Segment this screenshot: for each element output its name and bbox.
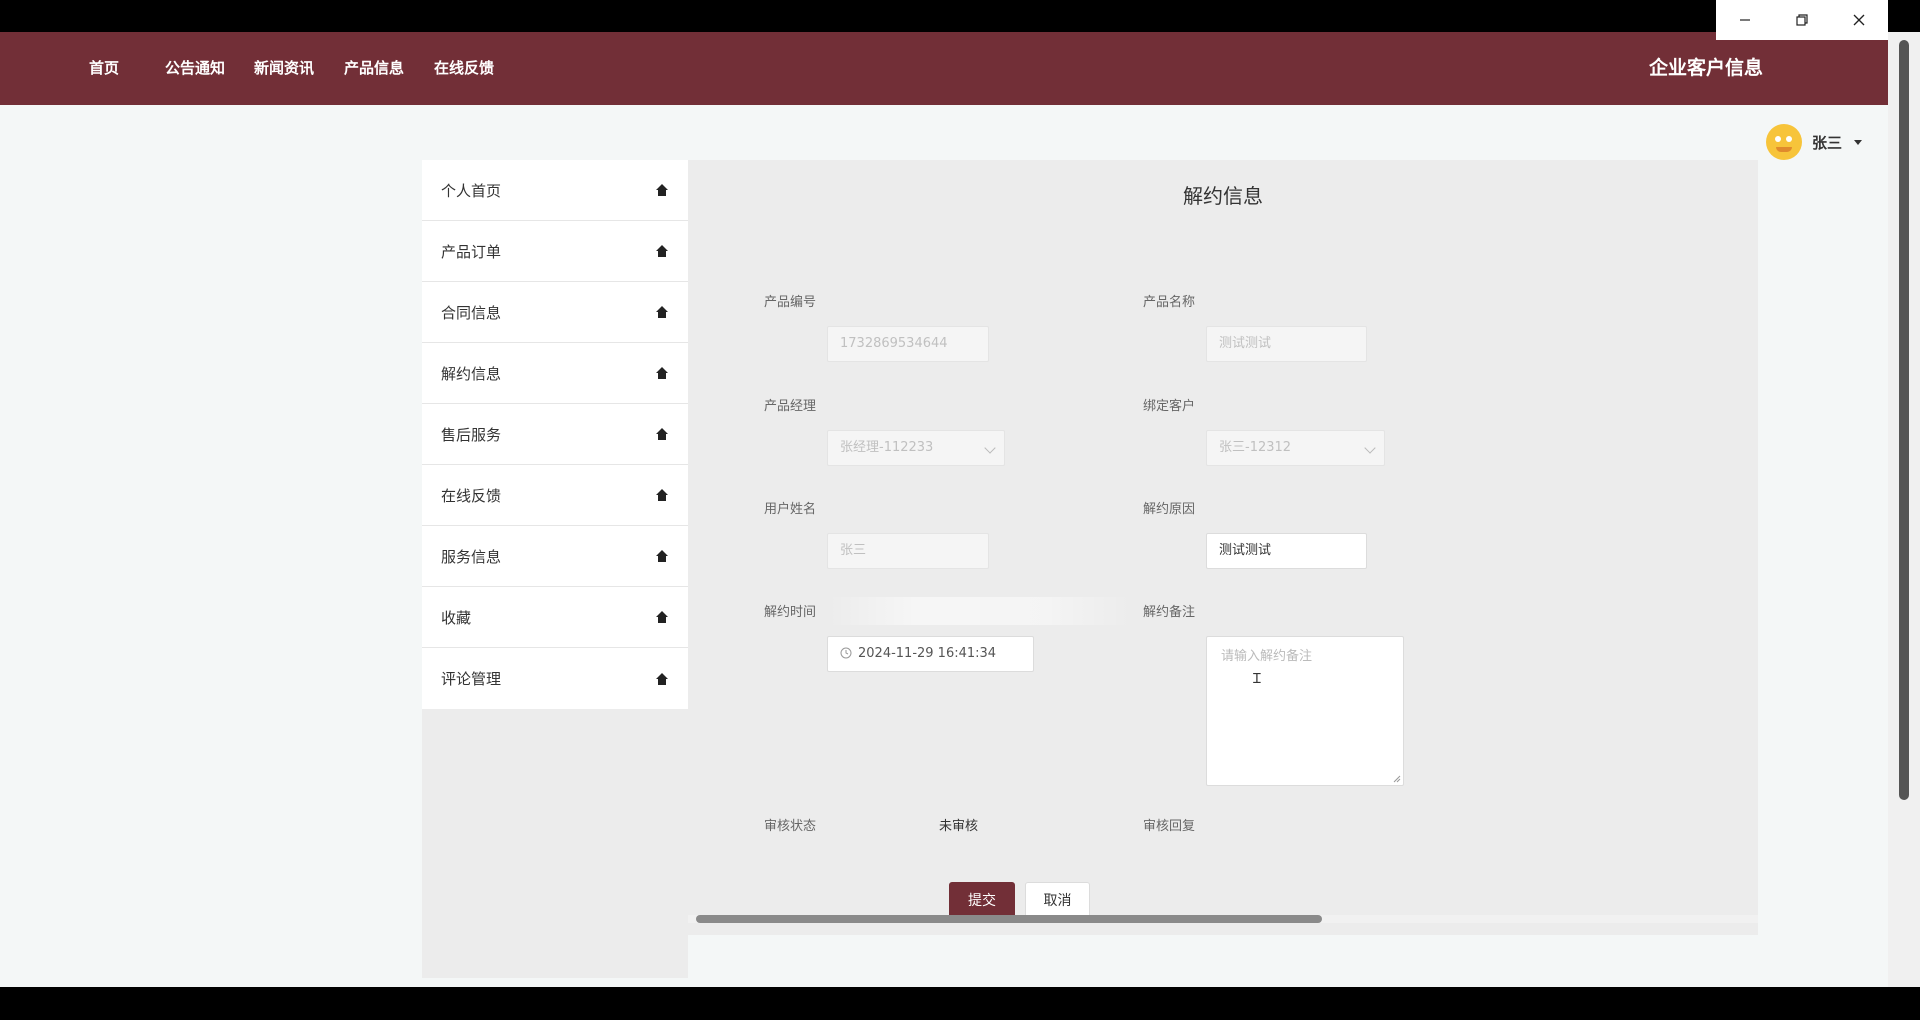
- horizontal-scrollbar[interactable]: [688, 915, 1758, 923]
- clock-icon: [840, 647, 852, 658]
- home-icon: [656, 245, 668, 257]
- termination-note-textarea[interactable]: 请输入解约备注: [1206, 636, 1404, 786]
- review-status-label: 审核状态: [764, 819, 817, 834]
- nav-item-home[interactable]: 首页: [89, 32, 119, 105]
- review-status-value: 未审核: [939, 819, 979, 834]
- vertical-scrollbar-thumb[interactable]: [1899, 40, 1909, 800]
- sidebar-item-online-feedback[interactable]: 在线反馈: [422, 465, 688, 526]
- product-no-field: 1732869534644: [827, 326, 989, 362]
- sidebar-menu: 个人首页 产品订单 合同信息 解约信息 售后服务 在线反馈 服务信息 收藏 评论…: [422, 160, 688, 709]
- sidebar-item-label: 个人首页: [441, 181, 502, 200]
- page: 首页 公告通知 新闻资讯 产品信息 在线反馈 企业客户信息 张三 个人首页 产品…: [0, 32, 1888, 987]
- review-reply-label: 审核回复: [1143, 819, 1196, 834]
- product-name-label: 产品名称: [1143, 295, 1196, 310]
- bound-customer-value: 张三-12312: [1219, 440, 1292, 455]
- termination-note-placeholder: 请输入解约备注: [1221, 649, 1313, 664]
- page-title: 解约信息: [1183, 184, 1263, 208]
- sidebar-item-label: 收藏: [441, 608, 472, 627]
- content-footer-strip: [688, 935, 1758, 978]
- termination-time-label: 解约时间: [764, 605, 817, 620]
- sidebar-item-label: 评论管理: [441, 670, 502, 688]
- window-titlebar: [0, 0, 1920, 32]
- main-content: 解约信息 产品编号 1732869534644 产品名称 测试测试 产品经理 张…: [688, 160, 1758, 978]
- user-name-label: 用户姓名: [764, 502, 817, 517]
- minimize-icon: [1739, 19, 1750, 21]
- product-no-label: 产品编号: [764, 295, 817, 310]
- nav-item-news[interactable]: 新闻资讯: [254, 32, 314, 105]
- termination-time-value: 2024-11-29 16:41:34: [858, 646, 997, 661]
- text-cursor-icon: Ɪ: [1253, 671, 1261, 687]
- taskbar: [0, 987, 1920, 1020]
- close-window-button[interactable]: [1831, 0, 1888, 40]
- user-name-field: 张三: [827, 533, 989, 569]
- sidebar-item-termination[interactable]: 解约信息: [422, 343, 688, 404]
- sidebar-item-favorites[interactable]: 收藏: [422, 587, 688, 648]
- window-controls: [1716, 0, 1888, 40]
- avatar: [1766, 124, 1802, 160]
- termination-reason-input[interactable]: 测试测试: [1206, 533, 1367, 569]
- sidebar-item-label: 服务信息: [441, 547, 502, 566]
- home-icon: [656, 367, 668, 379]
- nav-item-notices[interactable]: 公告通知: [165, 32, 225, 105]
- nav-item-products[interactable]: 产品信息: [344, 32, 404, 105]
- minimize-button[interactable]: [1716, 0, 1773, 40]
- home-icon: [656, 489, 668, 501]
- sidebar-item-personal-home[interactable]: 个人首页: [422, 160, 688, 221]
- sidebar-item-after-sales[interactable]: 售后服务: [422, 404, 688, 465]
- termination-time-picker[interactable]: 2024-11-29 16:41:34: [827, 636, 1034, 672]
- home-icon: [656, 672, 668, 685]
- home-icon: [656, 184, 668, 196]
- sidebar-item-contracts[interactable]: 合同信息: [422, 282, 688, 343]
- product-manager-select: 张经理-112233: [827, 430, 1005, 466]
- resize-grip-icon[interactable]: [1393, 775, 1401, 783]
- bound-customer-select: 张三-12312: [1206, 430, 1385, 466]
- sidebar-item-service-info[interactable]: 服务信息: [422, 526, 688, 587]
- vertical-scrollbar[interactable]: [1888, 32, 1920, 987]
- restore-icon: [1796, 14, 1808, 26]
- home-icon: [656, 428, 668, 440]
- termination-reason-label: 解约原因: [1143, 502, 1196, 517]
- chevron-down-icon: [1364, 442, 1376, 454]
- top-navbar: 首页 公告通知 新闻资讯 产品信息 在线反馈 企业客户信息: [0, 32, 1888, 105]
- site-title: 企业客户信息: [1648, 57, 1763, 79]
- sidebar-item-comments[interactable]: 评论管理: [422, 648, 688, 709]
- fade-overlay: [828, 597, 1132, 625]
- caret-down-icon: [1854, 139, 1863, 145]
- home-icon: [656, 550, 668, 562]
- sidebar-item-label: 售后服务: [441, 425, 502, 444]
- product-manager-label: 产品经理: [764, 399, 817, 414]
- termination-note-label: 解约备注: [1143, 605, 1196, 620]
- sidebar-item-label: 合同信息: [441, 303, 502, 322]
- nav-item-feedback[interactable]: 在线反馈: [434, 32, 494, 105]
- sidebar-item-product-orders[interactable]: 产品订单: [422, 221, 688, 282]
- product-manager-value: 张经理-112233: [840, 440, 934, 455]
- home-icon: [656, 306, 668, 318]
- sidebar-item-label: 产品订单: [441, 242, 502, 261]
- user-menu[interactable]: 张三: [1766, 122, 1863, 162]
- restore-button[interactable]: [1773, 0, 1830, 40]
- sidebar: 个人首页 产品订单 合同信息 解约信息 售后服务 在线反馈 服务信息 收藏 评论…: [422, 160, 688, 978]
- horizontal-scrollbar-thumb[interactable]: [696, 915, 1322, 923]
- sidebar-item-label: 在线反馈: [441, 486, 502, 505]
- close-icon: [1853, 14, 1865, 26]
- product-name-field: 测试测试: [1206, 326, 1367, 362]
- bound-customer-label: 绑定客户: [1143, 399, 1196, 414]
- chevron-down-icon: [984, 442, 996, 454]
- home-icon: [656, 611, 668, 623]
- sidebar-item-label: 解约信息: [441, 364, 502, 383]
- user-name: 张三: [1812, 133, 1843, 152]
